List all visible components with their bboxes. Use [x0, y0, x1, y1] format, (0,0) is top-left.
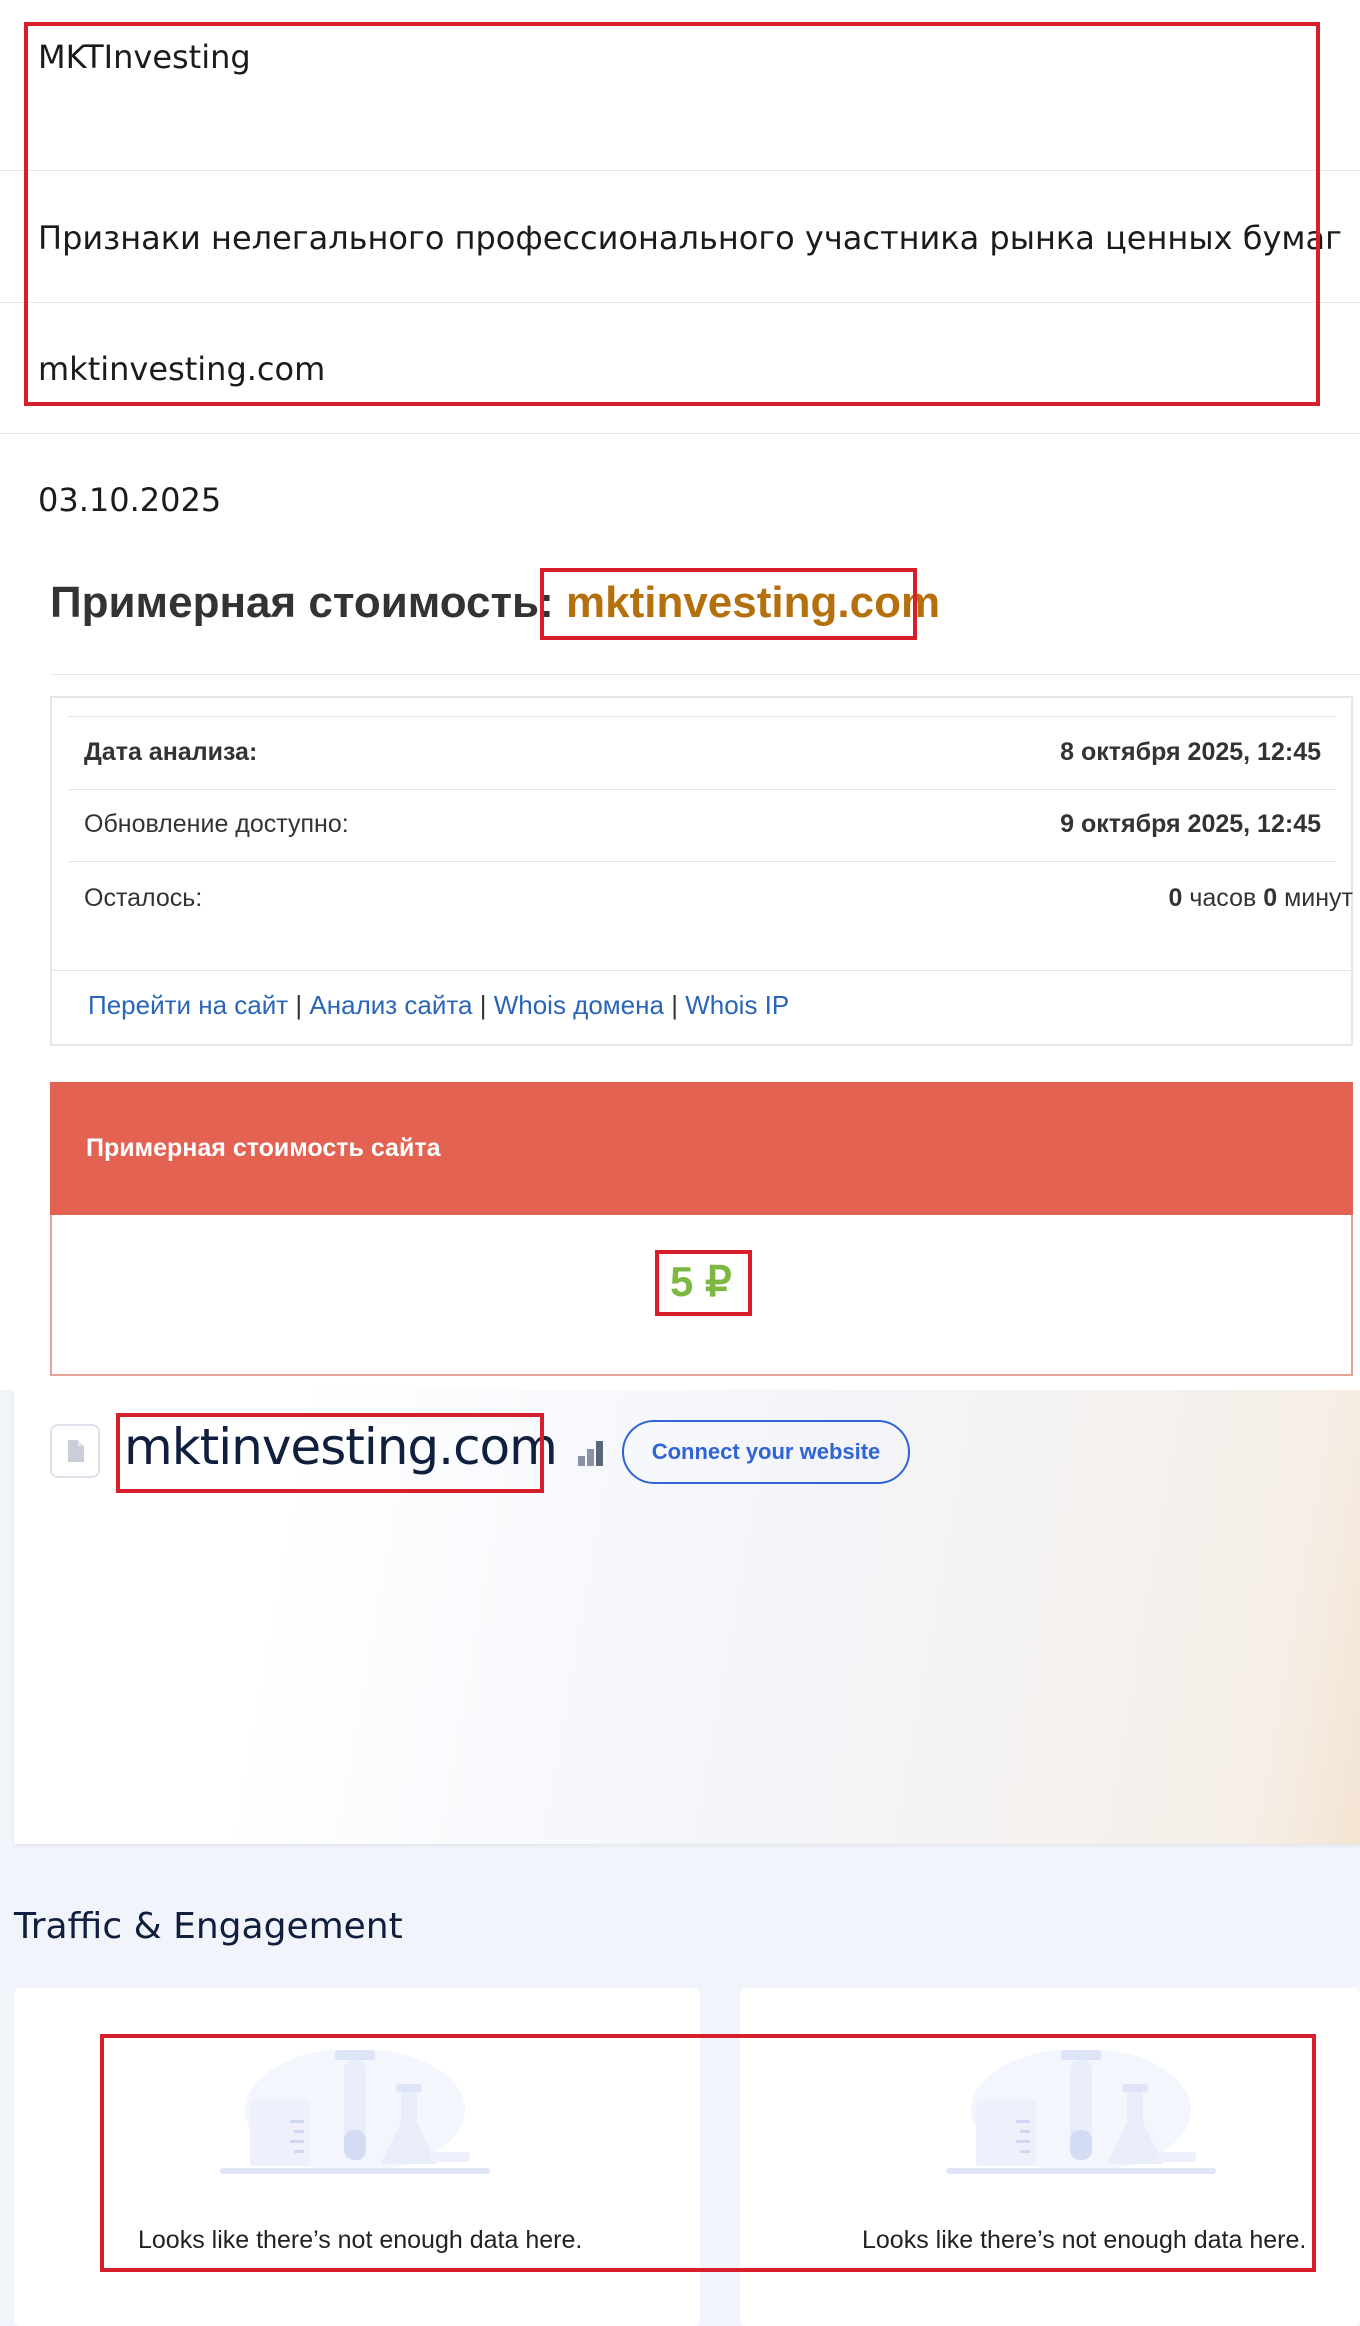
link-separator: | [295, 990, 303, 1020]
highlight-box-info [24, 22, 1320, 406]
panel-top-line [68, 716, 1336, 717]
update-available-label: Обновление доступно: [84, 810, 349, 838]
analysis-date-value: 8 октября 2025, 12:45 [1060, 738, 1321, 766]
remaining-minutes-unit: минут [1284, 884, 1353, 912]
site-links: Перейти на сайт | Анализ сайта | Whois д… [88, 990, 789, 1021]
highlight-box-sw-domain [116, 1413, 544, 1493]
update-available-value: 9 октября 2025, 12:45 [1060, 810, 1321, 838]
whois-domain-link[interactable]: Whois домена [494, 990, 664, 1020]
row-divider [68, 861, 1336, 862]
value-header: Примерная стоимость сайта [50, 1082, 1353, 1215]
analysis-date-label: Дата анализа: [84, 738, 258, 766]
remaining-label: Осталось: [84, 884, 203, 912]
row-divider [68, 789, 1336, 790]
divider [0, 433, 1360, 434]
link-separator: | [671, 990, 678, 1020]
remaining-hours: 0 [1168, 884, 1183, 912]
panel-footer-line [52, 970, 1351, 971]
rank-bars-icon [576, 1438, 606, 1468]
link-separator: | [479, 990, 487, 1020]
analysis-panel: Дата анализа: 8 октября 2025, 12:45 Обно… [50, 696, 1353, 1046]
visit-site-link[interactable]: Перейти на сайт [88, 990, 288, 1020]
whois-ip-link[interactable]: Whois IP [685, 990, 789, 1020]
remaining-value: 0 часов 0 минут [1169, 884, 1354, 913]
remaining-minutes: 0 [1263, 884, 1278, 912]
site-analysis-link[interactable]: Анализ сайта [309, 990, 472, 1020]
divider [50, 674, 1360, 675]
highlight-box-price [655, 1250, 752, 1316]
value-header-label: Примерная стоимость сайта [86, 1134, 441, 1162]
highlight-box-no-data [100, 2034, 1316, 2272]
title-prefix: Примерная стоимость: [50, 578, 554, 627]
traffic-engagement-title: Traffic & Engagement [14, 1906, 403, 1947]
publication-date: 03.10.2025 [38, 481, 222, 519]
remaining-hours-unit: часов [1189, 884, 1257, 912]
highlight-box-title-domain [540, 568, 917, 640]
connect-website-button[interactable]: Connect your website [622, 1420, 910, 1484]
favicon-icon [50, 1424, 100, 1478]
